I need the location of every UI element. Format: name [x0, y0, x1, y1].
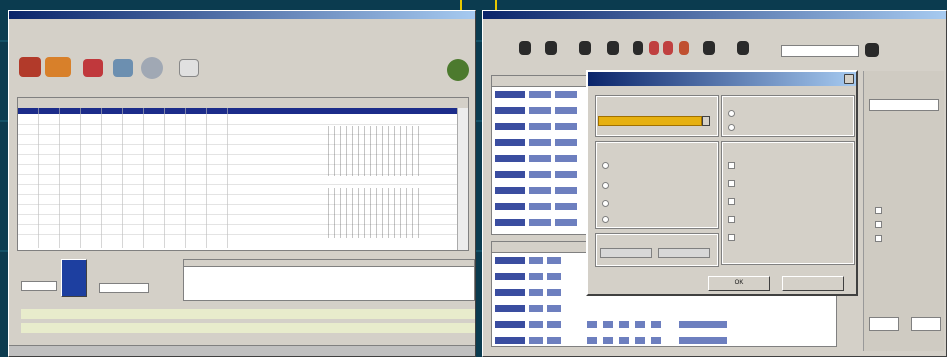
option-radio[interactable]: [602, 216, 609, 223]
table-cells-dense: [328, 126, 424, 176]
option-checkbox[interactable]: [728, 216, 735, 223]
left-menu-bar: [9, 19, 475, 29]
group-box: [721, 95, 855, 137]
left-status-bar: [9, 345, 475, 356]
close-icon[interactable]: [844, 74, 854, 84]
notes-header: [184, 260, 474, 267]
shortcut-bar: [9, 29, 475, 41]
center-action-button[interactable]: [61, 259, 87, 297]
right-title-bar: [483, 11, 946, 19]
range-from[interactable]: [600, 248, 652, 258]
table-cells-dense: [328, 188, 424, 238]
search-icon[interactable]: [865, 43, 879, 57]
tool-icon[interactable]: [663, 41, 673, 55]
tool-icon[interactable]: [519, 41, 531, 55]
notes-panel[interactable]: [183, 259, 475, 301]
range-to[interactable]: [658, 248, 710, 258]
table-column-lines: [18, 108, 228, 248]
records-table[interactable]: [17, 97, 469, 251]
tool-icon[interactable]: [737, 41, 749, 55]
left-title-bar: [9, 11, 475, 19]
tool-icon[interactable]: [607, 41, 619, 55]
log-line: [21, 323, 475, 333]
option-radio[interactable]: [728, 110, 735, 117]
left-app-window: [8, 10, 476, 357]
side-spinner[interactable]: [911, 317, 941, 331]
settings-dialog: OK: [586, 70, 858, 296]
document-icon[interactable]: [179, 59, 199, 77]
folder-icon[interactable]: [45, 57, 71, 77]
grid-header: [492, 76, 586, 87]
power-icon[interactable]: [447, 59, 469, 81]
tool-icon[interactable]: [679, 41, 689, 55]
search-input[interactable]: [781, 45, 859, 57]
clock-icon[interactable]: [141, 57, 163, 79]
option-checkbox[interactable]: [728, 198, 735, 205]
side-checkbox[interactable]: [875, 207, 882, 214]
side-spinner[interactable]: [869, 317, 899, 331]
edit-icon[interactable]: [113, 59, 133, 77]
side-checkbox[interactable]: [875, 235, 882, 242]
log-line: [21, 309, 475, 319]
option-radio[interactable]: [602, 182, 609, 189]
option-radio[interactable]: [728, 124, 735, 131]
dialog-title: [588, 72, 856, 86]
option-radio[interactable]: [602, 162, 609, 169]
right-bottom-field[interactable]: [99, 283, 149, 293]
left-bottom-field[interactable]: [21, 281, 57, 291]
tool-icon[interactable]: [579, 41, 591, 55]
chevron-down-icon[interactable]: [702, 116, 710, 126]
group-box: [721, 141, 855, 265]
cancel-button[interactable]: [782, 276, 844, 291]
tool-icon[interactable]: [545, 41, 557, 55]
ok-button[interactable]: OK: [708, 276, 770, 291]
tool-icon[interactable]: [633, 41, 643, 55]
side-checkbox[interactable]: [875, 221, 882, 228]
option-checkbox[interactable]: [728, 180, 735, 187]
table-scrollbar[interactable]: [457, 108, 468, 250]
side-field[interactable]: [869, 99, 939, 111]
tool-icon[interactable]: [649, 41, 659, 55]
option-checkbox[interactable]: [728, 234, 735, 241]
type-dropdown[interactable]: [598, 116, 702, 126]
tool-icon[interactable]: [703, 41, 715, 55]
open-folder-icon[interactable]: [19, 57, 41, 77]
group-box: [595, 141, 719, 229]
option-checkbox[interactable]: [728, 162, 735, 169]
record-icon[interactable]: [83, 59, 103, 77]
option-radio[interactable]: [602, 200, 609, 207]
